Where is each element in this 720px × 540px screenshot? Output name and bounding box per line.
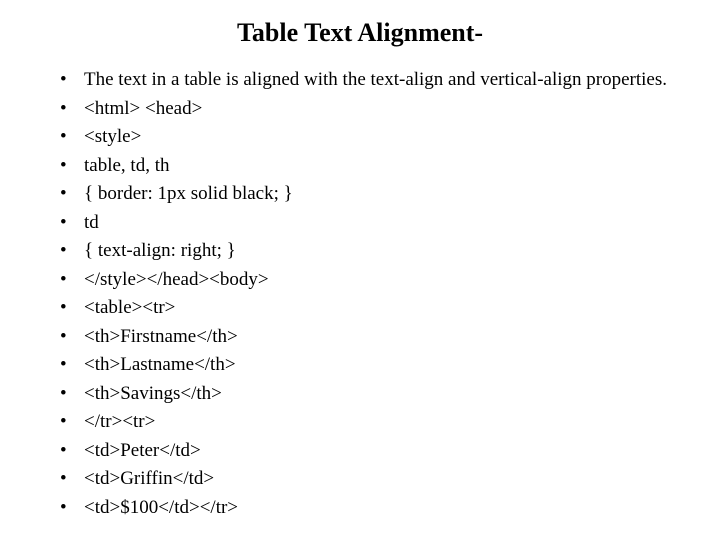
list-item: td bbox=[60, 209, 680, 238]
list-item: { text-align: right; } bbox=[60, 237, 680, 266]
list-item: { border: 1px solid black; } bbox=[60, 180, 680, 209]
list-item: <table><tr> bbox=[60, 294, 680, 323]
bullet-list: The text in a table is aligned with the … bbox=[40, 66, 680, 522]
list-item: The text in a table is aligned with the … bbox=[60, 66, 680, 95]
list-item: <td>Griffin</td> bbox=[60, 465, 680, 494]
list-item: <td>$100</td></tr> bbox=[60, 494, 680, 523]
list-item: <style> bbox=[60, 123, 680, 152]
list-item: table, td, th bbox=[60, 152, 680, 181]
list-item: </tr><tr> bbox=[60, 408, 680, 437]
list-item: <th>Lastname</th> bbox=[60, 351, 680, 380]
list-item: <html> <head> bbox=[60, 95, 680, 124]
list-item: </style></head><body> bbox=[60, 266, 680, 295]
list-item: <th>Firstname</th> bbox=[60, 323, 680, 352]
list-item: <td>Peter</td> bbox=[60, 437, 680, 466]
slide-title: Table Text Alignment- bbox=[40, 18, 680, 48]
list-item: <th>Savings</th> bbox=[60, 380, 680, 409]
